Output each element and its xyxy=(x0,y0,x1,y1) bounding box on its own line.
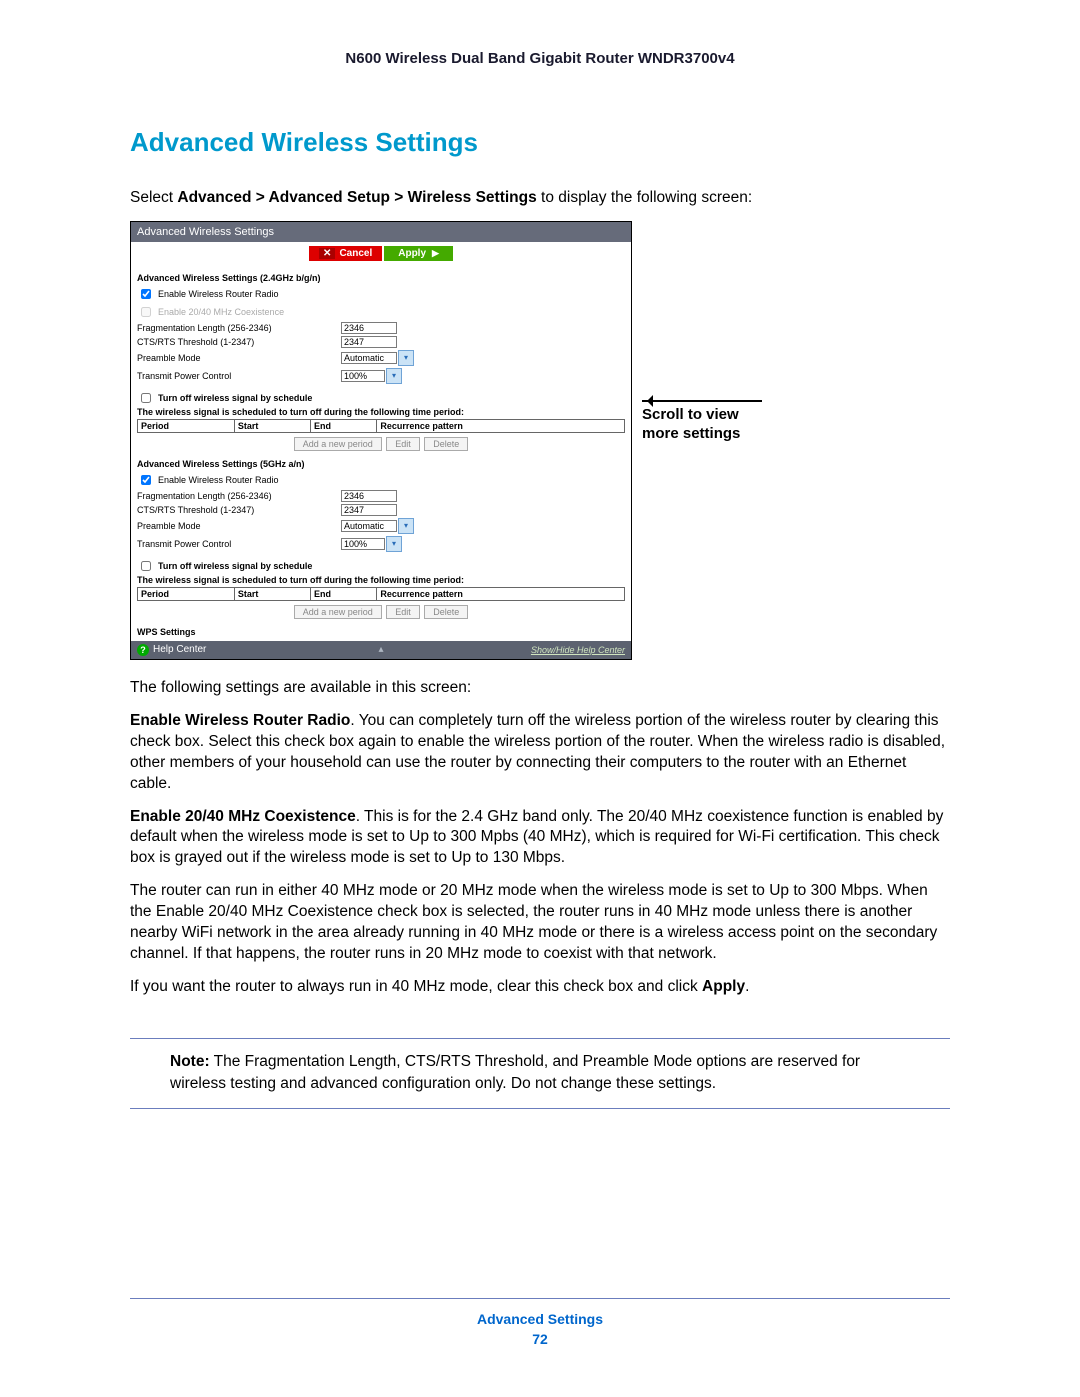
th-end: End xyxy=(310,419,376,432)
schedule-5-checkbox[interactable] xyxy=(141,561,151,571)
frag-5-input[interactable] xyxy=(341,490,397,502)
edit-5-button[interactable]: Edit xyxy=(386,605,420,619)
enable-radio-5-checkbox[interactable] xyxy=(141,475,151,485)
th-period: Period xyxy=(138,419,235,432)
settings-screenshot: Advanced Wireless Settings ✕ Cancel Apply… xyxy=(130,221,632,660)
enable-radio-24-label: Enable Wireless Router Radio xyxy=(158,289,358,299)
note-block: Note: The Fragmentation Length, CTS/RTS … xyxy=(170,1051,910,1094)
cts-5-input[interactable] xyxy=(341,504,397,516)
intro-post: to display the following screen: xyxy=(537,189,752,206)
p-clear-apply-post: . xyxy=(745,978,749,995)
p-clear-apply-pre: If you want the router to always run in … xyxy=(130,978,702,995)
chevron-down-icon[interactable]: ▾ xyxy=(398,350,414,366)
close-icon: ✕ xyxy=(319,248,335,259)
preamble-5-select[interactable] xyxy=(341,520,397,532)
callout-line2: more settings xyxy=(642,425,740,442)
enable-coex-label: Enable 20/40 MHz Coexistence xyxy=(158,307,358,317)
p-enable-coex: Enable 20/40 MHz Coexistence. This is fo… xyxy=(130,807,950,870)
cancel-button[interactable]: ✕ Cancel xyxy=(309,246,382,261)
show-hide-help-link[interactable]: Show/Hide Help Center xyxy=(531,645,625,655)
divider xyxy=(130,1038,950,1039)
delete-5-button[interactable]: Delete xyxy=(424,605,468,619)
preamble-24-select[interactable] xyxy=(341,352,397,364)
intro-pre: Select xyxy=(130,189,177,206)
chevron-down-icon[interactable]: ▾ xyxy=(386,368,402,384)
page-title: Advanced Wireless Settings xyxy=(130,127,950,158)
callout-line1: Scroll to view xyxy=(642,406,739,423)
th-start: Start xyxy=(234,587,310,600)
cts-24-input[interactable] xyxy=(341,336,397,348)
p-clear-apply: If you want the router to always run in … xyxy=(130,977,950,998)
help-icon[interactable]: ? xyxy=(137,644,149,656)
p-enable-coex-bold: Enable 20/40 MHz Coexistence xyxy=(130,808,356,825)
preamble-24-label: Preamble Mode xyxy=(137,353,337,363)
frag-5-label: Fragmentation Length (256-2346) xyxy=(137,491,337,501)
schedule-5-table: Period Start End Recurrence pattern xyxy=(137,587,625,601)
enable-radio-24-checkbox[interactable] xyxy=(141,289,151,299)
scroll-callout: Scroll to view more settings xyxy=(642,396,762,444)
wps-section-label: WPS Settings xyxy=(137,627,625,637)
p-enable-radio: Enable Wireless Router Radio. You can co… xyxy=(130,711,950,795)
th-start: Start xyxy=(234,419,310,432)
p-40mhz-mode: The router can run in either 40 MHz mode… xyxy=(130,881,950,965)
note-label: Note: xyxy=(170,1053,210,1070)
section-5ghz: Advanced Wireless Settings (5GHz a/n) xyxy=(137,459,625,469)
frag-24-input[interactable] xyxy=(341,322,397,334)
txpower-5-select[interactable] xyxy=(341,538,385,550)
doc-header: N600 Wireless Dual Band Gigabit Router W… xyxy=(130,50,950,67)
th-period: Period xyxy=(138,587,235,600)
intro-line: Select Advanced > Advanced Setup > Wirel… xyxy=(130,188,950,209)
expand-icon[interactable]: ▴ xyxy=(378,644,383,655)
delete-24-button[interactable]: Delete xyxy=(424,437,468,451)
note-text: The Fragmentation Length, CTS/RTS Thresh… xyxy=(170,1053,860,1092)
p-clear-apply-bold: Apply xyxy=(702,978,745,995)
enable-radio-5-label: Enable Wireless Router Radio xyxy=(158,475,358,485)
add-period-5-button[interactable]: Add a new period xyxy=(294,605,382,619)
divider xyxy=(130,1108,950,1109)
schedule-24-note: The wireless signal is scheduled to turn… xyxy=(137,407,625,417)
schedule-5-note: The wireless signal is scheduled to turn… xyxy=(137,575,625,585)
cts-5-label: CTS/RTS Threshold (1-2347) xyxy=(137,505,337,515)
txpower-24-label: Transmit Power Control xyxy=(137,371,337,381)
p-enable-radio-bold: Enable Wireless Router Radio xyxy=(130,712,350,729)
apply-label: Apply xyxy=(398,248,426,259)
th-recurrence: Recurrence pattern xyxy=(377,419,625,432)
help-center-label[interactable]: Help Center xyxy=(153,644,206,655)
cts-24-label: CTS/RTS Threshold (1-2347) xyxy=(137,337,337,347)
footer-page-number: 72 xyxy=(0,1331,1080,1347)
edit-24-button[interactable]: Edit xyxy=(386,437,420,451)
add-period-24-button[interactable]: Add a new period xyxy=(294,437,382,451)
footer-divider xyxy=(130,1298,950,1299)
intro-path: Advanced > Advanced Setup > Wireless Set… xyxy=(177,189,536,206)
schedule-24-checkbox[interactable] xyxy=(141,393,151,403)
th-end: End xyxy=(310,587,376,600)
preamble-5-label: Preamble Mode xyxy=(137,521,337,531)
enable-coex-checkbox xyxy=(141,307,151,317)
chevron-down-icon[interactable]: ▾ xyxy=(398,518,414,534)
txpower-24-select[interactable] xyxy=(341,370,385,382)
arrow-icon xyxy=(642,400,762,402)
cancel-label: Cancel xyxy=(339,248,372,259)
p-available: The following settings are available in … xyxy=(130,678,950,699)
txpower-5-label: Transmit Power Control xyxy=(137,539,337,549)
footer-section: Advanced Settings xyxy=(0,1311,1080,1327)
panel-title: Advanced Wireless Settings xyxy=(131,222,631,242)
schedule-24-label: Turn off wireless signal by schedule xyxy=(158,393,358,403)
chevron-down-icon[interactable]: ▾ xyxy=(386,536,402,552)
apply-arrow-icon: ▶ xyxy=(432,248,439,259)
th-recurrence: Recurrence pattern xyxy=(377,587,625,600)
apply-button[interactable]: Apply ▶ xyxy=(384,246,453,261)
section-24ghz: Advanced Wireless Settings (2.4GHz b/g/n… xyxy=(137,273,625,283)
schedule-24-table: Period Start End Recurrence pattern xyxy=(137,419,625,433)
schedule-5-label: Turn off wireless signal by schedule xyxy=(158,561,358,571)
frag-24-label: Fragmentation Length (256-2346) xyxy=(137,323,337,333)
